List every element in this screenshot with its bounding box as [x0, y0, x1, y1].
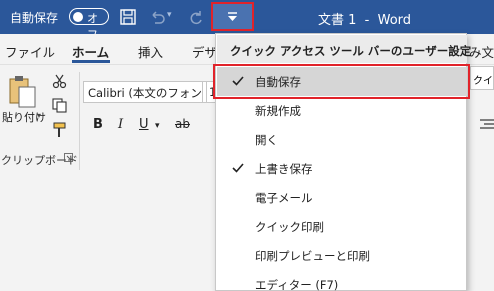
bold-button[interactable]: B — [93, 117, 103, 132]
menu-item-label: 新規作成 — [255, 104, 301, 118]
menu-item-new[interactable]: 新規作成 — [217, 96, 467, 125]
redo-icon[interactable] — [188, 9, 204, 25]
copy-icon[interactable] — [52, 98, 67, 113]
format-painter-icon[interactable] — [52, 122, 68, 138]
customize-qat-icon — [228, 12, 237, 21]
title-bar: 自動保存 オフ ▾ 文書 1 - Word — [0, 0, 494, 41]
highlight-callout — [213, 64, 470, 99]
dialog-launcher-icon[interactable] — [64, 153, 73, 162]
tab-insert[interactable]: 挿入 — [138, 42, 163, 61]
underline-button[interactable]: U — [139, 117, 149, 132]
toggle-knob — [73, 11, 83, 22]
tab-review-partial[interactable]: み文 — [469, 42, 494, 61]
menu-item-open[interactable]: 開く — [217, 125, 467, 154]
font-name-box[interactable]: Calibri (本文のフォン — [83, 81, 203, 103]
menu-header: クイック アクセス ツール バーのユーザー設定 — [217, 35, 471, 63]
menu-item-print-preview[interactable]: 印刷プレビューと印刷 — [217, 241, 467, 270]
align-right-icon[interactable] — [478, 118, 494, 132]
undo-dropdown-icon[interactable]: ▾ — [167, 10, 172, 20]
active-tab-indicator — [72, 60, 110, 63]
italic-button[interactable]: I — [118, 117, 123, 132]
tab-design[interactable]: デザ — [192, 42, 217, 61]
strikethrough-button[interactable]: ab — [175, 117, 190, 131]
check-icon — [232, 163, 244, 173]
group-divider — [79, 72, 80, 170]
menu-item-label: クイック印刷 — [255, 220, 324, 234]
autosave-toggle[interactable]: オフ — [69, 8, 109, 41]
style-gallery-partial[interactable]: クイッ — [470, 66, 494, 90]
underline-dropdown-icon[interactable]: ▾ — [155, 121, 160, 131]
menu-item-label: 電子メール — [255, 191, 313, 205]
menu-item-label: 上書き保存 — [255, 162, 313, 176]
menu-item-email[interactable]: 電子メール — [217, 183, 467, 212]
menu-item-label: 印刷プレビューと印刷 — [255, 249, 370, 263]
document-title: 文書 1 - Word — [318, 13, 412, 28]
menu-item-editor[interactable]: エディター (F7) — [217, 270, 467, 291]
cut-icon[interactable] — [52, 74, 67, 89]
menu-item-label: エディター (F7) — [255, 278, 339, 291]
tab-home[interactable]: ホーム — [72, 42, 109, 61]
paste-dropdown-icon[interactable]: ▾ — [37, 111, 41, 120]
autosave-label: 自動保存 — [10, 11, 59, 25]
menu-item-save[interactable]: 上書き保存 — [217, 154, 467, 183]
tab-file[interactable]: ファイル — [5, 42, 55, 61]
paste-icon[interactable] — [8, 75, 38, 109]
menu-item-label: 開く — [255, 133, 278, 147]
undo-icon[interactable] — [149, 9, 165, 25]
save-icon[interactable] — [120, 9, 136, 25]
customize-qat-button[interactable] — [211, 2, 254, 31]
menu-item-quick-print[interactable]: クイック印刷 — [217, 212, 467, 241]
